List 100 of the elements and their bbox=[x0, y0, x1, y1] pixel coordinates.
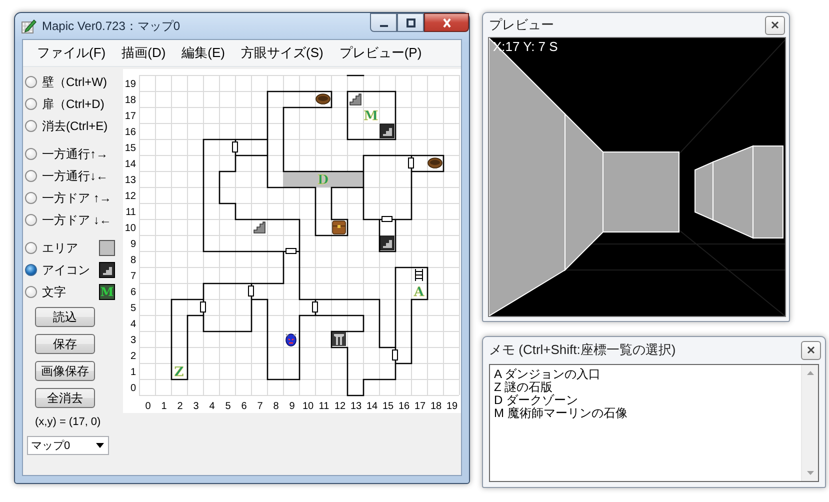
action-button[interactable]: 全消去 bbox=[35, 388, 95, 408]
column-number: 3 bbox=[193, 401, 199, 412]
column-number: 9 bbox=[289, 401, 295, 412]
pit-icon bbox=[428, 158, 442, 168]
window-title: Mapic Ver0.723：マップ0 bbox=[42, 18, 182, 34]
radio-label: 文字 bbox=[42, 284, 67, 300]
close-icon bbox=[440, 18, 452, 28]
menu-item[interactable]: 編集(E) bbox=[174, 44, 233, 62]
radio-label: エリア bbox=[42, 240, 79, 256]
close-icon bbox=[771, 21, 779, 29]
map-letter: D bbox=[317, 173, 329, 188]
column-number: 8 bbox=[273, 401, 279, 412]
radio-label: 一方ドア ↓← bbox=[42, 212, 112, 228]
memo-line: A ダンジョンの入口 bbox=[494, 368, 602, 381]
steps-icon bbox=[380, 124, 394, 138]
column-number: 12 bbox=[334, 401, 346, 412]
memo-line: M 魔術師マーリンの石像 bbox=[494, 406, 628, 420]
close-icon bbox=[807, 346, 815, 354]
stairs-icon bbox=[350, 94, 362, 106]
window-title: メモ (Ctrl+Shift:座標一覧の選択) bbox=[489, 341, 676, 360]
door-icon bbox=[408, 158, 414, 168]
radio-button[interactable] bbox=[25, 264, 37, 276]
column-number: 15 bbox=[382, 401, 394, 412]
close-button[interactable] bbox=[765, 16, 785, 34]
row-number: 9 bbox=[130, 239, 136, 250]
column-number: 14 bbox=[366, 401, 378, 412]
column-number: 1 bbox=[161, 401, 167, 412]
radio-button[interactable] bbox=[25, 148, 37, 160]
radio-label: 一方通行↓← bbox=[42, 168, 108, 184]
close-button[interactable] bbox=[424, 13, 469, 32]
close-button[interactable] bbox=[801, 340, 821, 360]
radio-button[interactable] bbox=[25, 214, 37, 226]
row-number: 15 bbox=[124, 143, 136, 154]
menu-item[interactable]: 方眼サイズ(S) bbox=[233, 44, 332, 62]
map-letter: Z bbox=[174, 365, 184, 380]
map-dropdown[interactable]: マップ0 bbox=[27, 436, 109, 455]
row-number: 13 bbox=[124, 175, 136, 186]
monster-icon bbox=[285, 333, 297, 346]
stairs-icon bbox=[254, 222, 266, 234]
radio-label: アイコン bbox=[42, 262, 91, 278]
window-title: プレビュー bbox=[489, 16, 554, 34]
ladder-icon bbox=[415, 268, 423, 282]
memo-line: Z 謎の石版 bbox=[494, 380, 554, 394]
steps-swatch-icon bbox=[99, 262, 115, 278]
action-button[interactable]: 読込 bbox=[35, 307, 95, 327]
column-number: 18 bbox=[430, 401, 442, 412]
action-button[interactable]: 保存 bbox=[35, 334, 95, 354]
radio-button[interactable] bbox=[25, 170, 37, 182]
row-number: 11 bbox=[126, 207, 136, 218]
row-number: 5 bbox=[130, 303, 136, 314]
menu-item[interactable]: ファイル(F) bbox=[29, 44, 114, 62]
menu-item[interactable]: 描画(D) bbox=[114, 44, 174, 62]
column-number: 11 bbox=[318, 401, 330, 412]
memo-text-area[interactable]: A ダンジョンの入口 Z 謎の石版 D ダークゾーン M 魔術師マーリンの石像 bbox=[489, 364, 819, 482]
map-canvas[interactable]: 19 18 17 16 15 14 13 12 11 10 9 8 7 6 5 4 3 2 1 0 0 1 2 3 4 5 6 7 8 9 10 11 12 13 14 15 16 17 18 19 M D A Z bbox=[123, 69, 461, 413]
column-number: 2 bbox=[177, 401, 183, 412]
pit-icon bbox=[316, 94, 330, 104]
door-icon bbox=[200, 302, 206, 312]
scroll-up-icon[interactable] bbox=[806, 370, 814, 375]
door-icon bbox=[312, 302, 318, 312]
radio-button[interactable] bbox=[25, 98, 37, 110]
column-number: 7 bbox=[257, 401, 263, 412]
column-number: 10 bbox=[302, 401, 314, 412]
minimize-button[interactable] bbox=[370, 13, 397, 32]
row-number: 7 bbox=[130, 271, 136, 282]
caret-icon bbox=[96, 443, 104, 448]
gate-icon bbox=[332, 332, 346, 346]
radio-button[interactable] bbox=[25, 76, 37, 88]
maximize-button[interactable] bbox=[397, 13, 424, 32]
row-number: 4 bbox=[130, 319, 136, 330]
radio-label: 扉（Ctrl+D) bbox=[42, 96, 104, 112]
radio-button[interactable] bbox=[25, 242, 37, 254]
menu-item[interactable]: プレビュー(P) bbox=[331, 44, 430, 62]
action-button[interactable]: 画像保存 bbox=[35, 361, 95, 381]
steps-icon bbox=[380, 236, 394, 250]
column-number: 19 bbox=[446, 401, 458, 412]
column-number: 4 bbox=[209, 401, 215, 412]
row-number: 6 bbox=[130, 287, 136, 298]
scroll-down-icon[interactable] bbox=[806, 471, 814, 475]
column-number: 13 bbox=[350, 401, 362, 412]
radio-button[interactable] bbox=[25, 120, 37, 132]
radio-label: 消去(Ctrl+E) bbox=[42, 118, 108, 134]
row-number: 18 bbox=[124, 95, 136, 106]
area-swatch-icon bbox=[99, 240, 115, 256]
radio-label: 一方通行↑→ bbox=[42, 146, 108, 162]
scrollbar[interactable] bbox=[801, 364, 818, 481]
radio-label: 壁（Ctrl+W) bbox=[42, 74, 107, 90]
column-number: 0 bbox=[145, 401, 151, 412]
pencil-grid-icon bbox=[21, 18, 37, 34]
row-number: 3 bbox=[130, 335, 136, 346]
radio-button[interactable] bbox=[25, 192, 37, 204]
column-number: 17 bbox=[414, 401, 426, 412]
radio-button[interactable] bbox=[25, 286, 37, 298]
radio-label: 一方ドア ↑→ bbox=[42, 190, 112, 206]
row-number: 1 bbox=[130, 367, 136, 378]
maximize-icon bbox=[404, 18, 416, 28]
row-number: 10 bbox=[124, 223, 136, 234]
row-number: 8 bbox=[130, 255, 136, 266]
door-icon bbox=[392, 350, 398, 360]
minimize-icon bbox=[378, 24, 390, 26]
